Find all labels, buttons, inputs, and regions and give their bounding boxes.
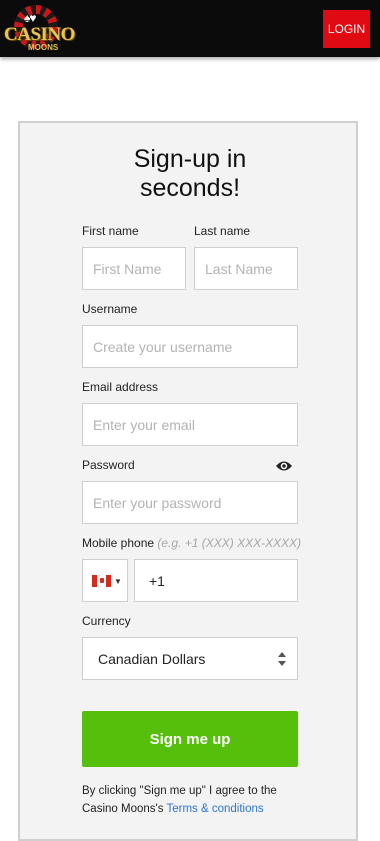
playing-cards-icon: ♠♥ xyxy=(24,11,36,25)
mobile-phone-label: Mobile phone (e.g. +1 (XXX) XXX-XXXX) xyxy=(82,536,301,550)
currency-selected-value: Canadian Dollars xyxy=(98,650,206,667)
casino-moons-logo[interactable]: ♠♥ CASINO MOONS xyxy=(2,3,76,55)
select-arrows-icon xyxy=(278,652,286,666)
password-input[interactable] xyxy=(82,481,298,524)
mobile-phone-input[interactable] xyxy=(134,559,298,602)
email-input[interactable] xyxy=(82,403,298,446)
login-button[interactable]: LOGIN xyxy=(323,10,370,48)
terms-notice: By clicking "Sign me up" I agree to the … xyxy=(82,782,302,818)
password-label: Password xyxy=(82,458,135,472)
logo-subtext: MOONS xyxy=(28,43,59,52)
first-name-label: First name xyxy=(82,224,139,238)
form-title: Sign-up in seconds! xyxy=(20,145,360,203)
form-title-line-2: seconds! xyxy=(139,174,241,202)
country-code-dropdown[interactable]: ▼ xyxy=(82,559,128,602)
form-title-line-1: Sign-up in xyxy=(133,145,247,173)
sign-me-up-button[interactable]: Sign me up xyxy=(82,711,298,767)
last-name-label: Last name xyxy=(194,224,251,238)
terms-and-conditions-link[interactable]: Terms & conditions xyxy=(166,803,263,815)
username-label: Username xyxy=(82,302,138,316)
email-label: Email address xyxy=(82,380,159,394)
signup-form: Sign-up in seconds! First name Last name… xyxy=(18,121,358,841)
canada-flag-icon xyxy=(92,575,111,587)
mobile-phone-label-text: Mobile phone xyxy=(82,536,155,550)
top-bar: ♠♥ CASINO MOONS LOGIN xyxy=(0,0,380,57)
first-name-input[interactable] xyxy=(82,247,186,290)
mobile-phone-hint: (e.g. +1 (XXX) XXX-XXXX) xyxy=(157,536,302,550)
currency-select[interactable]: Canadian Dollars xyxy=(82,637,298,680)
currency-label: Currency xyxy=(82,614,131,628)
username-input[interactable] xyxy=(82,325,298,368)
show-password-eye-icon[interactable] xyxy=(275,460,293,472)
chevron-down-icon: ▼ xyxy=(114,577,122,586)
last-name-input[interactable] xyxy=(194,247,298,290)
